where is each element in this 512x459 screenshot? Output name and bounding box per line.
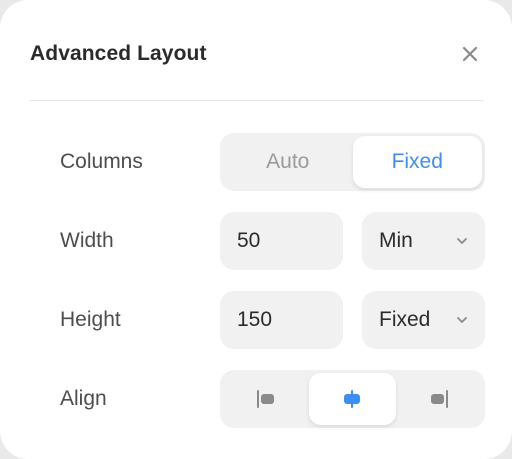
align-row: Align (60, 370, 485, 428)
align-right-icon (430, 390, 448, 408)
align-center-icon (344, 390, 361, 408)
align-segmented-control (220, 370, 485, 428)
columns-segmented-control: Auto Fixed (220, 133, 485, 191)
width-mode-value: Min (379, 229, 413, 252)
header-divider (30, 100, 484, 101)
width-input[interactable]: 50 (220, 212, 343, 270)
align-left-button[interactable] (223, 373, 309, 425)
dialog-title: Advanced Layout (30, 42, 207, 65)
columns-row: Columns Auto Fixed (60, 133, 485, 191)
advanced-layout-dialog: Advanced Layout Columns Auto Fixed Width… (0, 0, 512, 459)
align-center-button[interactable] (309, 373, 396, 425)
columns-option-fixed[interactable]: Fixed (352, 136, 482, 188)
align-label: Align (60, 387, 107, 410)
close-button[interactable] (456, 40, 484, 68)
chevron-down-icon (457, 317, 467, 323)
height-label: Height (60, 308, 121, 331)
width-row: Width 50 Min (60, 212, 485, 270)
width-label: Width (60, 229, 114, 252)
columns-label: Columns (60, 150, 143, 173)
chevron-down-icon (457, 238, 467, 244)
dialog-header: Advanced Layout (30, 36, 484, 72)
align-left-icon (257, 390, 275, 408)
height-mode-value: Fixed (379, 308, 431, 331)
height-row: Height 150 Fixed (60, 291, 485, 349)
height-input[interactable]: 150 (220, 291, 343, 349)
width-mode-select[interactable]: Min (362, 212, 485, 270)
height-mode-select[interactable]: Fixed (362, 291, 485, 349)
close-icon (462, 46, 478, 62)
align-right-button[interactable] (396, 373, 482, 425)
columns-option-auto[interactable]: Auto (223, 136, 353, 188)
